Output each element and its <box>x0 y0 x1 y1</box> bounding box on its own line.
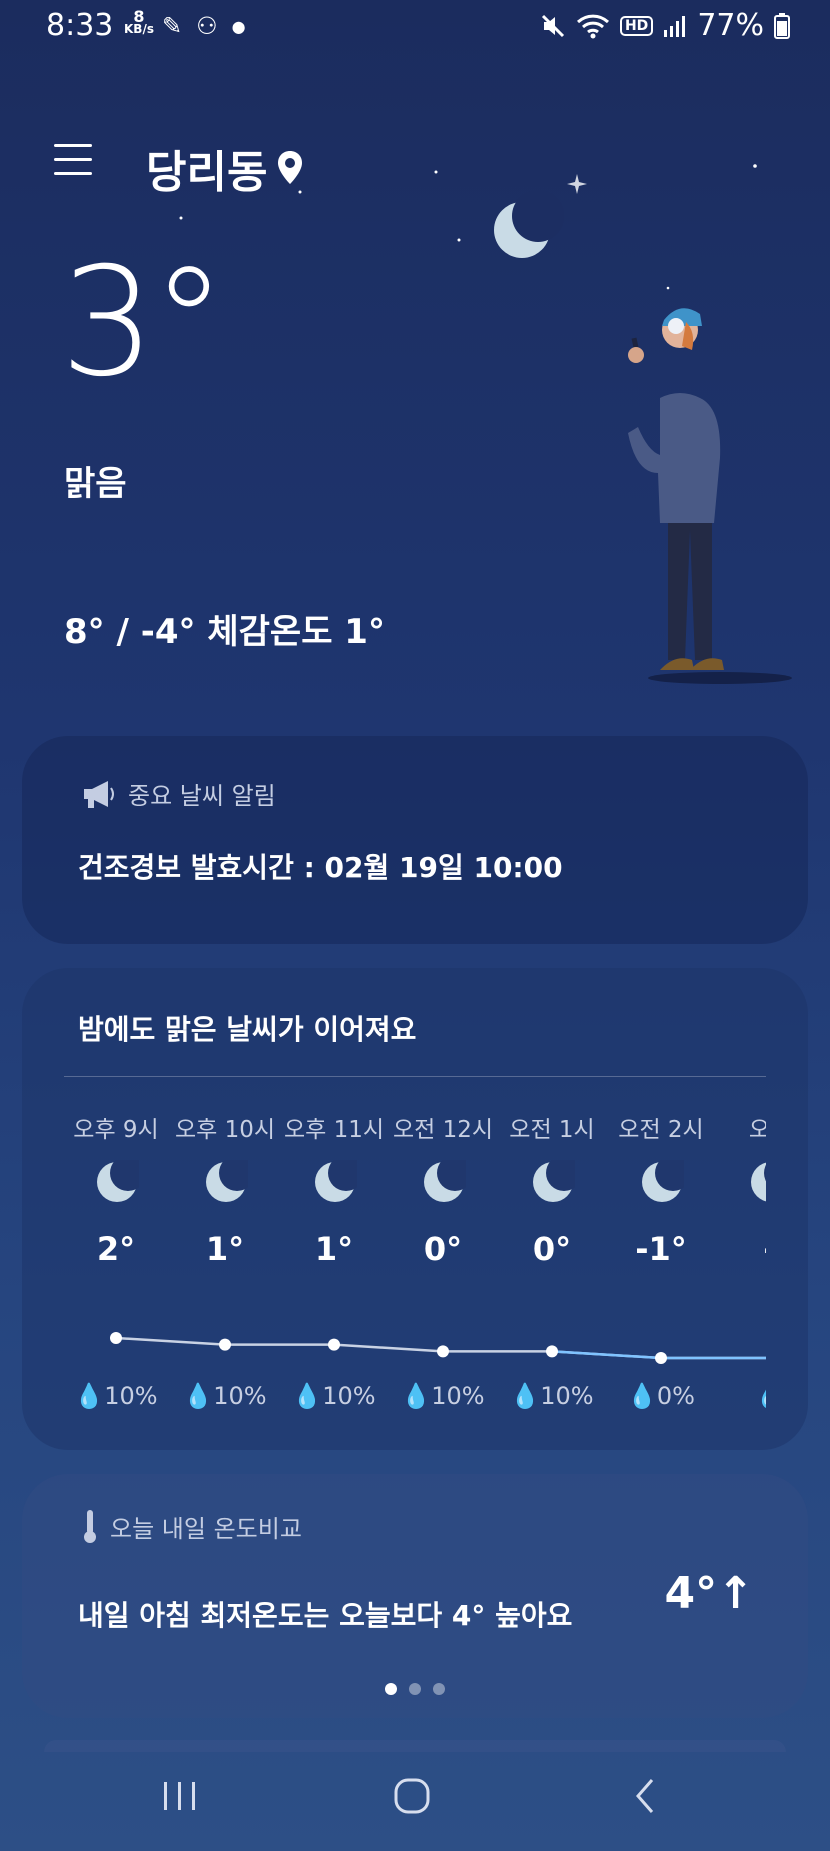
divider <box>64 1076 766 1077</box>
temp-point <box>110 1332 122 1344</box>
page-dot[interactable] <box>433 1683 445 1695</box>
stars-icon <box>179 164 757 290</box>
megaphone-icon <box>84 780 114 808</box>
page-dot[interactable] <box>409 1683 421 1695</box>
current-condition: 맑음 <box>64 464 127 504</box>
thermometer-icon <box>84 1510 96 1543</box>
back-icon <box>636 1779 654 1813</box>
temperature-line <box>110 1332 766 1364</box>
back-button[interactable] <box>630 1774 660 1822</box>
battery-icon <box>774 12 790 39</box>
page-indicator[interactable] <box>22 1680 808 1699</box>
wifi-icon <box>576 14 609 38</box>
min-max-feels-like: 8° / -4° 체감온도 1° <box>64 612 385 652</box>
app-notification-icon: ✎ <box>162 12 183 40</box>
compare-label: 오늘 내일 온도비교 <box>110 1514 302 1543</box>
next-card-peek <box>44 1740 786 1752</box>
compare-message: 내일 아침 최저온도는 오늘보다 4° 높아요 <box>78 1599 573 1632</box>
net-speed-unit: KB/s <box>124 22 154 36</box>
current-temperature: 3° <box>60 236 226 410</box>
recent-apps-button[interactable] <box>160 1774 200 1822</box>
hourly-title: 밤에도 맑은 날씨가 이어져요 <box>78 1013 417 1046</box>
status-right: HD 77% <box>540 8 790 43</box>
alert-label-row: 중요 날씨 알림 <box>82 776 276 811</box>
alert-label: 중요 날씨 알림 <box>128 782 276 810</box>
compare-label-row: 오늘 내일 온도비교 <box>82 1508 302 1544</box>
page-dot[interactable] <box>385 1683 397 1695</box>
hd-icon: HD <box>619 15 654 36</box>
alert-message: 건조경보 발효시간 : 02월 19일 10:00 <box>78 851 563 884</box>
moon-icon <box>494 190 564 258</box>
navigation-bar <box>0 1752 830 1851</box>
temp-point <box>328 1338 340 1351</box>
home-button[interactable] <box>392 1774 436 1822</box>
home-icon <box>394 1778 430 1814</box>
battery-percent: 77% <box>697 8 764 43</box>
mute-icon <box>541 14 565 37</box>
status-time: 8:33 <box>46 8 114 43</box>
net-speed: 8 KB/s <box>124 9 154 36</box>
temp-point <box>219 1338 231 1351</box>
temp-point <box>437 1345 449 1358</box>
recent-apps-icon <box>164 1782 195 1810</box>
temp-point <box>546 1345 558 1358</box>
temperature-compare-card[interactable]: 오늘 내일 온도비교 내일 아침 최저온도는 오늘보다 4° 높아요 4°↑ <box>22 1474 808 1718</box>
person-illustration <box>628 308 792 684</box>
compare-delta: 4°↑ <box>664 1568 754 1619</box>
notification-icons: ✎ ⚇ ● <box>162 12 246 40</box>
signal-icon <box>664 15 686 37</box>
weather-alert-card[interactable]: 중요 날씨 알림 건조경보 발효시간 : 02월 19일 10:00 <box>22 736 808 944</box>
hourly-scroll[interactable]: 오후 9시 2° 💧10% 오후 10시 1° 💧10% 오후 11시 1° 💧10% 오전 12… <box>62 1100 766 1420</box>
more-notifications-dot-icon: ● <box>231 16 246 36</box>
bug-icon: ⚇ <box>196 12 218 40</box>
temp-point <box>655 1352 667 1364</box>
